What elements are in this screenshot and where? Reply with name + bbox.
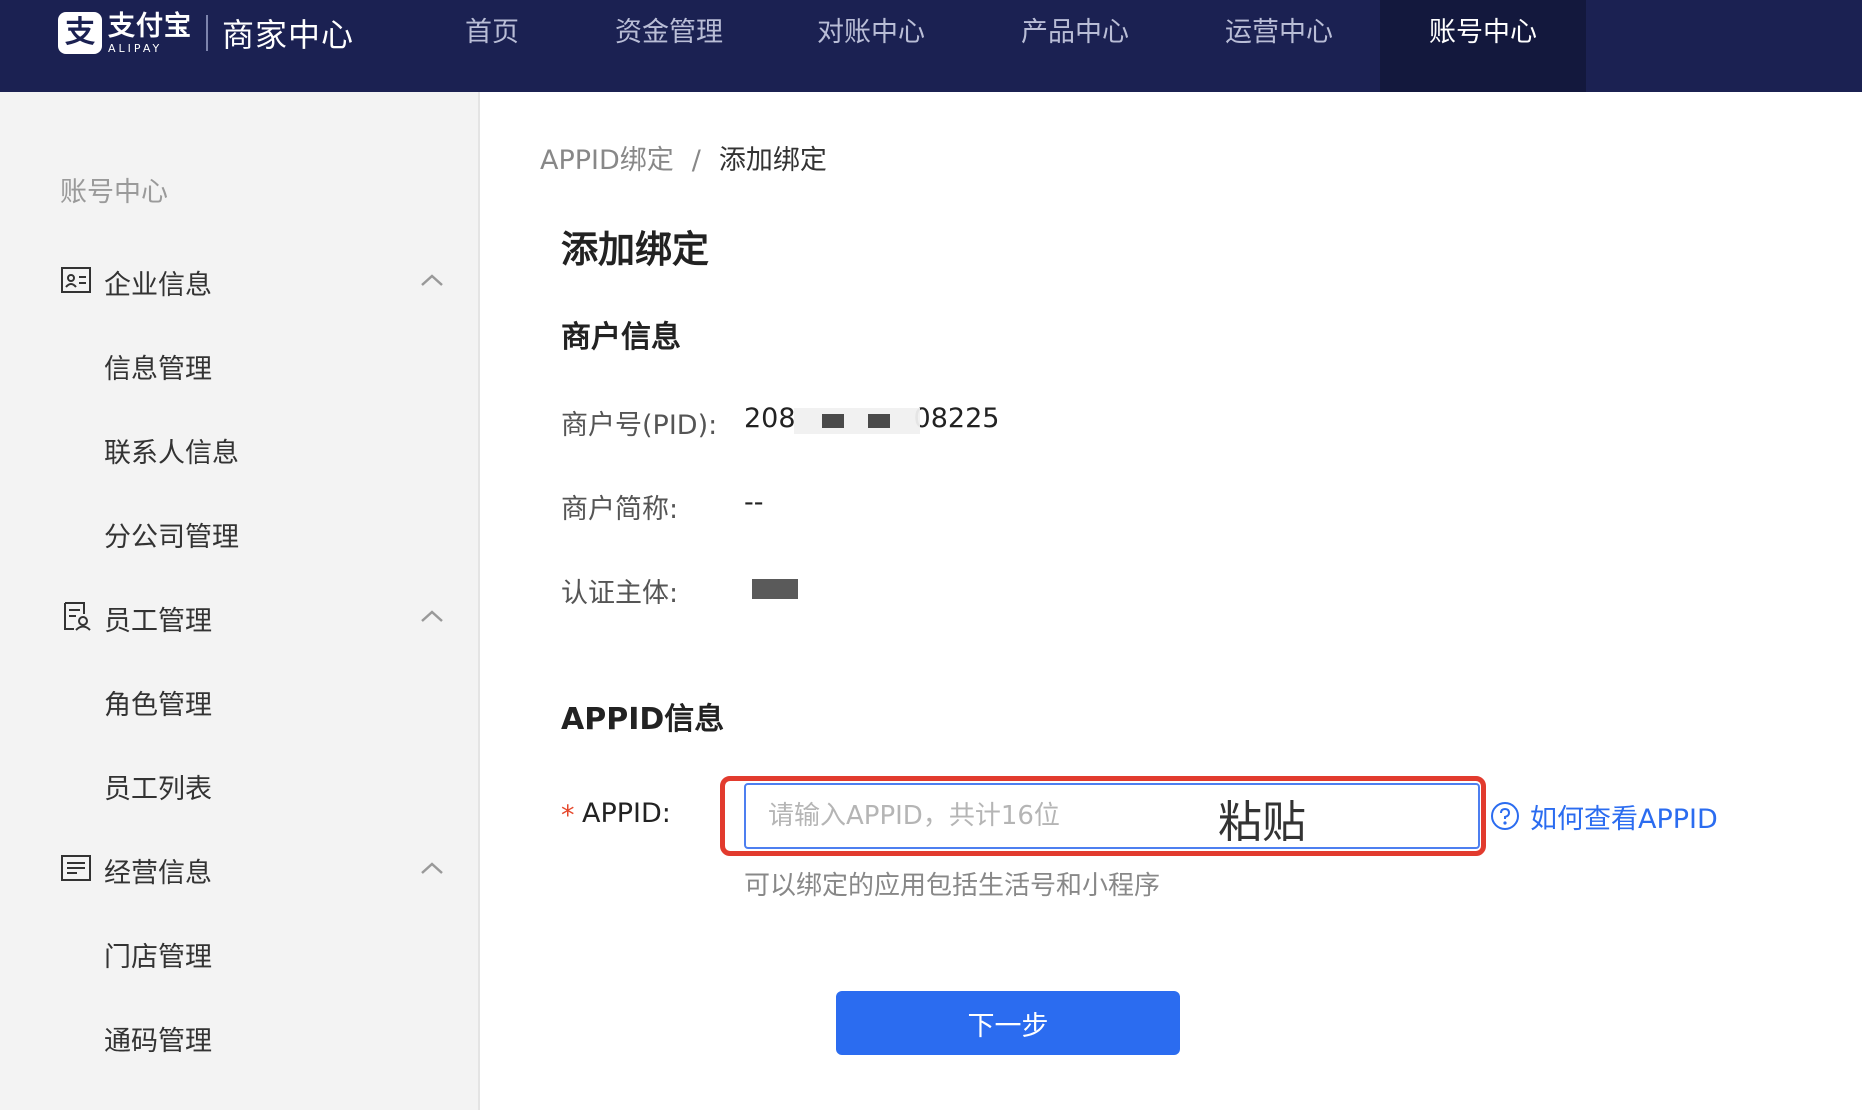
top-nav-bar: 支 支付宝 ALIPAY 商家中心 首页 资金管理 对账中心 产品中心 运营中心… [0,0,1862,92]
sidebar-group-label: 企业信息 [104,270,212,301]
appid-label: APPID: [582,798,671,829]
sidebar-title: 账号中心 [60,177,168,208]
sidebar-item-contacts[interactable]: 联系人信息 [104,431,239,470]
pid-redaction-mark [868,414,890,428]
entity-label: 认证主体: [561,578,679,609]
question-circle-icon [1491,802,1519,830]
appid-input[interactable] [744,783,1480,849]
breadcrumb-separator: / [691,145,701,176]
sidebar-item-codes[interactable]: 通码管理 [104,1019,212,1058]
page-title: 添加绑定 [561,228,709,271]
sidebar-item-staff-list[interactable]: 员工列表 [104,767,212,806]
sidebar-item-roles[interactable]: 角色管理 [104,683,212,722]
breadcrumb-parent[interactable]: APPID绑定 [540,145,674,176]
id-card-icon [61,267,91,293]
nav-products[interactable]: 产品中心 [1006,0,1144,92]
nav-account[interactable]: 账号中心 [1380,0,1586,92]
nav-reconciliation[interactable]: 对账中心 [802,0,940,92]
sidebar-group-label: 经营信息 [104,858,212,889]
breadcrumb-current: 添加绑定 [718,145,827,176]
sidebar-item-info-management[interactable]: 信息管理 [104,347,212,386]
nav-home[interactable]: 首页 [438,0,546,92]
pid-redaction-blur [794,408,920,434]
staff-icon [64,602,91,631]
pid-label: 商户号(PID): [561,410,718,441]
pid-redaction-mark [822,414,844,428]
pid-suffix: 08225 [913,403,1000,434]
sidebar-group-company-info[interactable]: 企业信息 [0,250,480,310]
breadcrumb: APPID绑定 / 添加绑定 [540,138,827,177]
sidebar-item-branches[interactable]: 分公司管理 [104,515,239,554]
document-icon [61,855,91,881]
sidebar-item-stores[interactable]: 门店管理 [104,935,212,974]
how-to-find-appid-link[interactable]: 如何查看APPID [1490,799,1718,835]
nav-funds[interactable]: 资金管理 [600,0,738,92]
next-step-button[interactable]: 下一步 [836,991,1180,1055]
pid-prefix: 208 [744,403,796,434]
merchant-section-title: 商户信息 [561,320,681,355]
appid-section-title: APPID信息 [561,702,725,737]
sidebar-group-label: 员工管理 [104,606,212,637]
entity-redaction-mark [752,579,798,599]
sidebar: 账号中心 企业信息 信息管理 联系人信息 分公司管理 员工管理 角色管理 员工列… [0,92,480,1110]
required-asterisk: * [561,800,575,831]
chevron-up-icon[interactable] [418,604,446,628]
appid-hint: 可以绑定的应用包括生活号和小程序 [744,871,1161,901]
sidebar-group-partial[interactable] [0,1096,480,1110]
merchant-name-value: -- [744,487,764,518]
sidebar-group-business-info[interactable]: 经营信息 [0,838,480,898]
nav-operations[interactable]: 运营中心 [1210,0,1348,92]
help-link-label: 如何查看APPID [1530,803,1718,835]
chevron-up-icon[interactable] [418,268,446,292]
sidebar-group-staff[interactable]: 员工管理 [0,586,480,646]
merchant-name-label: 商户简称: [561,494,679,525]
main-nav: 首页 资金管理 对账中心 产品中心 运营中心 账号中心 [0,0,1862,92]
chevron-up-icon[interactable] [418,856,446,880]
